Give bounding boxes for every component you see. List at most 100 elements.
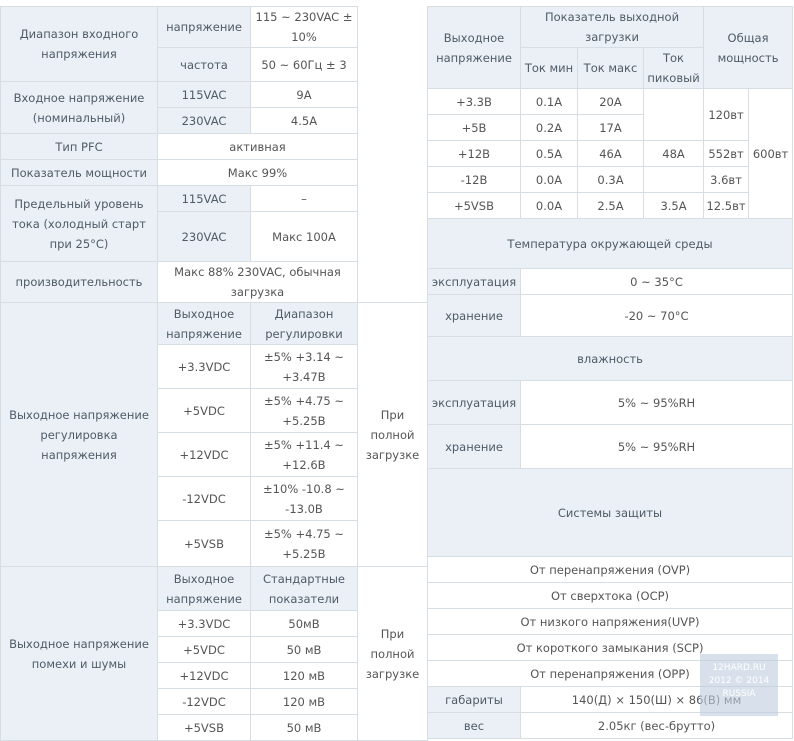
table-cell: активная	[157, 133, 358, 160]
table-cell: 0.5A	[520, 140, 578, 167]
table-row: эксплуатация 5% ~ 95%RH	[427, 380, 794, 425]
header-cell: Предельный уровень тока (холодный старт …	[0, 185, 158, 262]
table-cell: 3.5A	[642, 192, 705, 219]
table-cell: 5% ~ 95%RH	[519, 380, 794, 425]
table-cell: –	[250, 185, 358, 212]
table-cell: 3.6вт	[703, 166, 750, 193]
table-cell: 2.5A	[577, 192, 644, 219]
table-row: +12В 0.5A 46A 48A 552вт	[427, 140, 793, 167]
header-cell: 230VAC	[157, 107, 251, 134]
table-row: Системы защиты	[426, 468, 794, 557]
table-cell: 50 мВ	[250, 714, 358, 741]
table-cell: 552вт	[703, 140, 750, 167]
table-cell: ±5% +4.75 ~ +5.25В	[250, 388, 358, 433]
table-cell: +12VDC	[157, 432, 251, 477]
table-cell: 50 ~ 60Гц ± 3	[250, 47, 358, 82]
table-row: Предельный уровень тока (холодный старт …	[0, 185, 428, 262]
table-cell: Макс 100A	[250, 211, 358, 262]
header-cell: габариты	[427, 686, 521, 713]
table-row: От сверхтока (OCP)	[426, 582, 794, 609]
table-row: хранение 5% ~ 95%RH	[427, 424, 794, 469]
header-cell: Стандартные показатели	[250, 566, 358, 611]
header-cell: Температура окружающей среды	[426, 218, 794, 269]
table-cell: +5VSB	[427, 192, 521, 219]
table-cell: +12В	[427, 140, 521, 167]
spec-sheet: Диапазон входного напряжения напряжение 11…	[0, 0, 794, 741]
table-row: Диапазон входного напряжения напряжение 11…	[0, 6, 428, 82]
header-cell: частота	[157, 47, 251, 82]
table-cell: 120вт	[703, 88, 750, 141]
table-row: вес 2.05кг (вес-брутто)	[427, 712, 794, 739]
header-cell: производительность	[0, 261, 158, 303]
header-cell: хранение	[427, 294, 521, 337]
table-cell: 5% ~ 95%RH	[519, 424, 794, 469]
table-cell: 20A	[577, 88, 644, 115]
table-row: Показатель мощности Макс 99%	[0, 159, 428, 186]
table-cell: +5VSB	[157, 520, 251, 567]
table-row: Выходное напряжение помехи и шумы Выходно…	[0, 566, 428, 741]
table-cell: 9A	[250, 81, 358, 108]
header-cell: хранение	[427, 424, 521, 469]
table-cell: При полной загрузке	[357, 566, 428, 741]
table-cell: 0.0A	[520, 166, 578, 193]
table-cell: ±5% +4.75 ~ +5.25В	[250, 520, 358, 567]
input-output-spec-table: Диапазон входного напряжения напряжение 11…	[0, 6, 428, 741]
table-cell: От перенапряжения (OVP)	[426, 556, 794, 583]
table-cell: От низкого напряжения(UVP)	[426, 608, 794, 635]
table-cell: 120 мВ	[250, 688, 358, 715]
table-cell: От сверхтока (OCP)	[426, 582, 794, 609]
table-row: Выходное напряжение Показатель выходной з…	[427, 6, 794, 89]
header-cell: Выходное напряжение	[427, 6, 521, 89]
table-cell: -12VDC	[157, 476, 251, 521]
table-cell: 4.5A	[250, 107, 358, 134]
table-row: Выходное напряжение регулировка напряжен…	[0, 302, 428, 567]
table-cell: 115 ~ 230VAC ± 10%	[250, 6, 358, 48]
table-row: Входное напряжение (номинальный) 115VAC 9A	[0, 81, 428, 134]
table-cell: Макс 88% 230VAC, обычная загрузка	[157, 261, 358, 303]
header-cell: эксплуатация	[427, 268, 521, 295]
header-cell: Выходное напряжение	[157, 566, 251, 611]
header-cell: Диапазон входного напряжения	[0, 6, 158, 82]
table-cell: 0 ~ 35°C	[519, 268, 794, 295]
table-cell: ±10% -10.8 ~ -13.0В	[250, 476, 358, 521]
table-cell: +5VSB	[157, 714, 251, 741]
table-cell: 17A	[577, 114, 644, 141]
table-cell: 0.1A	[520, 88, 578, 115]
table-cell	[642, 88, 705, 141]
table-cell: 0.3A	[577, 166, 644, 193]
table-cell: 120 мВ	[250, 662, 358, 689]
header-cell: Ток пиковый	[642, 47, 705, 89]
table-cell: 600вт	[748, 88, 794, 219]
table-cell: 0.0A	[520, 192, 578, 219]
header-cell: Общая мощность	[703, 6, 794, 89]
header-cell: Показатель мощности	[0, 159, 158, 186]
table-row: +3.3В 0.1A 20A 120вт 600вт	[427, 88, 794, 219]
header-cell: Ток макс	[577, 47, 644, 89]
table-row: Тип PFC активная	[0, 133, 428, 160]
header-cell: 230VAC	[157, 211, 251, 262]
table-row: производительность Макс 88% 230VAC, обычн…	[0, 261, 428, 303]
header-cell: 115VAC	[157, 81, 251, 108]
header-cell: Входное напряжение (номинальный)	[0, 81, 158, 134]
header-cell: напряжение	[157, 6, 251, 48]
table-cell: 50мВ	[250, 610, 358, 637]
table-cell	[642, 166, 705, 193]
header-cell: 115VAC	[157, 185, 251, 212]
table-row: От перенапряжения (OVP)	[426, 556, 794, 583]
table-cell: -20 ~ 70°C	[519, 294, 794, 337]
table-row: эксплуатация 0 ~ 35°C	[427, 268, 794, 295]
header-cell: Выходное напряжение помехи и шумы	[0, 566, 158, 741]
table-row: +5VSB 0.0A 2.5A 3.5A 12.5вт	[427, 192, 793, 219]
header-cell: Тип PFC	[0, 133, 158, 160]
load-environment-spec-table: Выходное напряжение Показатель выходной з…	[426, 6, 794, 739]
table-row: -12В 0.0A 0.3A 3.6вт	[427, 166, 793, 193]
header-cell: влажность	[426, 336, 794, 381]
header-cell: Выходное напряжение	[157, 302, 251, 345]
table-cell: При полной загрузке	[357, 302, 428, 567]
table-cell: +5В	[427, 114, 521, 141]
table-row: хранение -20 ~ 70°C	[427, 294, 794, 337]
table-cell: -12VDC	[157, 688, 251, 715]
table-row: От низкого напряжения(UVP)	[426, 608, 794, 635]
table-row: влажность	[426, 336, 794, 381]
header-cell: эксплуатация	[427, 380, 521, 425]
